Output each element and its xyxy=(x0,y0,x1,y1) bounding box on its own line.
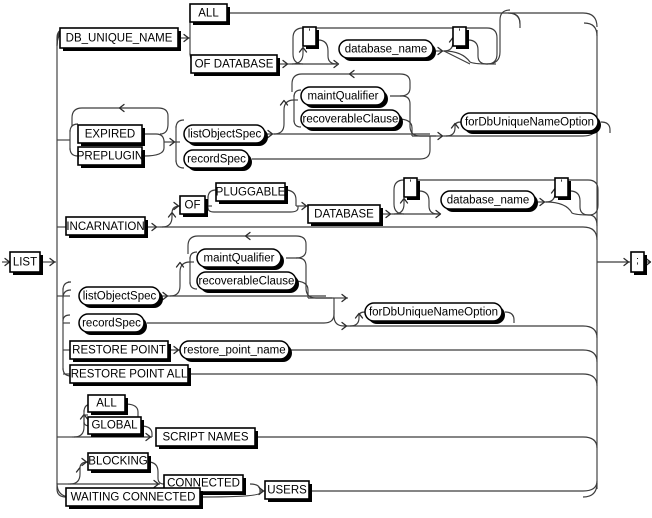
keyword-restore-point-all[interactable]: RESTORE POINT ALL xyxy=(69,364,191,386)
quote-open-1-label: ' xyxy=(309,28,311,39)
keyword-restore-point-all-label: RESTORE POINT ALL xyxy=(71,369,188,381)
terminal-list[interactable]: LIST xyxy=(9,251,43,275)
rule-maint-qualifier-1-label: maintQualifier xyxy=(308,91,379,103)
rule-for-db-unique-name-option-1-label: forDbUniqueNameOption xyxy=(465,117,594,129)
quote-close-2-label: ' xyxy=(561,179,563,190)
keyword-all-2-label: ALL xyxy=(96,398,117,410)
placeholder-database-name-2-label: database_name xyxy=(447,195,529,207)
keyword-blocking[interactable]: BLOCKING xyxy=(87,452,151,473)
keyword-script-names-label: SCRIPT NAMES xyxy=(162,432,248,444)
quote-open-2-label: ' xyxy=(410,179,412,190)
quote-open-2[interactable]: ' xyxy=(403,177,420,200)
placeholder-database-name-1-label: database_name xyxy=(345,44,427,56)
keyword-of-database-label: OF DATABASE xyxy=(195,59,274,71)
keyword-pluggable-label: PLUGGABLE xyxy=(216,187,286,199)
keyword-db-unique-name[interactable]: DB_UNIQUE_NAME xyxy=(59,27,181,51)
syntax-diagram-svg: LIST DB_UNIQUE_NAME ALL OF DATABASE ' da… xyxy=(0,0,652,518)
keyword-waiting-connected-label: WAITING CONNECTED xyxy=(71,492,196,504)
keyword-expired-label: EXPIRED xyxy=(85,129,136,141)
placeholder-database-name-1[interactable]: database_name xyxy=(338,39,436,61)
rule-list-object-spec-1-label: listObjectSpec xyxy=(188,129,262,141)
placeholder-restore-point-name[interactable]: restore_point_name xyxy=(179,340,292,362)
keyword-db-unique-name-label: DB_UNIQUE_NAME xyxy=(66,33,173,45)
quote-open-1[interactable]: ' xyxy=(302,26,319,49)
rule-recoverable-clause-1[interactable]: recoverableClause xyxy=(300,109,403,131)
rule-list-object-spec-1[interactable]: listObjectSpec xyxy=(183,124,268,146)
rule-recoverable-clause-1-label: recoverableClause xyxy=(303,114,399,126)
keyword-restore-point[interactable]: RESTORE POINT xyxy=(69,340,171,362)
keyword-of-database[interactable]: OF DATABASE xyxy=(190,54,280,76)
keyword-database[interactable]: DATABASE xyxy=(307,204,383,226)
keyword-blocking-label: BLOCKING xyxy=(88,456,147,468)
rule-maint-qualifier-2-label: maintQualifier xyxy=(204,253,275,265)
rule-for-db-unique-name-option-2[interactable]: forDbUniqueNameOption xyxy=(364,302,505,324)
keyword-of-label: OF xyxy=(185,200,201,212)
rule-list-object-spec-2[interactable]: listObjectSpec xyxy=(78,286,163,308)
keyword-preplugin-label: PREPLUGIN xyxy=(77,151,143,163)
rule-record-spec-1-label: recordSpec xyxy=(187,154,246,166)
terminal-semicolon[interactable]: ; xyxy=(630,251,647,275)
keyword-of[interactable]: OF xyxy=(179,195,208,217)
keyword-users[interactable]: USERS xyxy=(264,480,312,502)
keyword-users-label: USERS xyxy=(267,485,307,497)
terminal-semicolon-label: ; xyxy=(636,256,639,267)
rule-for-db-unique-name-option-1[interactable]: forDbUniqueNameOption xyxy=(460,112,601,134)
keyword-script-names[interactable]: SCRIPT NAMES xyxy=(155,427,258,449)
rule-for-db-unique-name-option-2-label: forDbUniqueNameOption xyxy=(369,307,498,319)
keyword-restore-point-label: RESTORE POINT xyxy=(72,345,166,357)
quote-close-1[interactable]: ' xyxy=(452,26,469,49)
placeholder-database-name-2[interactable]: database_name xyxy=(440,190,538,212)
quote-close-1-label: ' xyxy=(459,28,461,39)
rule-maint-qualifier-1[interactable]: maintQualifier xyxy=(300,86,388,108)
keyword-waiting-connected[interactable]: WAITING CONNECTED xyxy=(65,487,203,509)
rule-recoverable-clause-2[interactable]: recoverableClause xyxy=(196,271,299,293)
keyword-pluggable[interactable]: PLUGGABLE xyxy=(215,182,288,204)
rule-list-object-spec-2-label: listObjectSpec xyxy=(83,291,157,303)
rule-record-spec-1[interactable]: recordSpec xyxy=(183,149,252,171)
rule-maint-qualifier-2[interactable]: maintQualifier xyxy=(196,248,284,270)
keyword-global[interactable]: GLOBAL xyxy=(87,416,144,437)
rule-recoverable-clause-2-label: recoverableClause xyxy=(199,276,295,288)
quote-close-2[interactable]: ' xyxy=(554,177,571,200)
rule-record-spec-2[interactable]: recordSpec xyxy=(78,313,147,335)
railroad-diagram-canvas: LIST DB_UNIQUE_NAME ALL OF DATABASE ' da… xyxy=(0,0,652,518)
rule-record-spec-2-label: recordSpec xyxy=(82,318,141,330)
keyword-all-2[interactable]: ALL xyxy=(87,394,128,415)
keyword-global-label: GLOBAL xyxy=(91,420,138,432)
terminal-list-label: LIST xyxy=(13,257,37,269)
keyword-preplugin[interactable]: PREPLUGIN xyxy=(77,146,145,168)
placeholder-restore-point-name-label: restore_point_name xyxy=(183,345,285,357)
keyword-all-1-label: ALL xyxy=(198,8,219,20)
keyword-incarnation-label: INCARNATION xyxy=(66,221,144,233)
keyword-database-label: DATABASE xyxy=(314,209,374,221)
keyword-incarnation[interactable]: INCARNATION xyxy=(65,216,148,238)
keyword-expired[interactable]: EXPIRED xyxy=(77,124,145,146)
keyword-all-1[interactable]: ALL xyxy=(189,3,230,25)
